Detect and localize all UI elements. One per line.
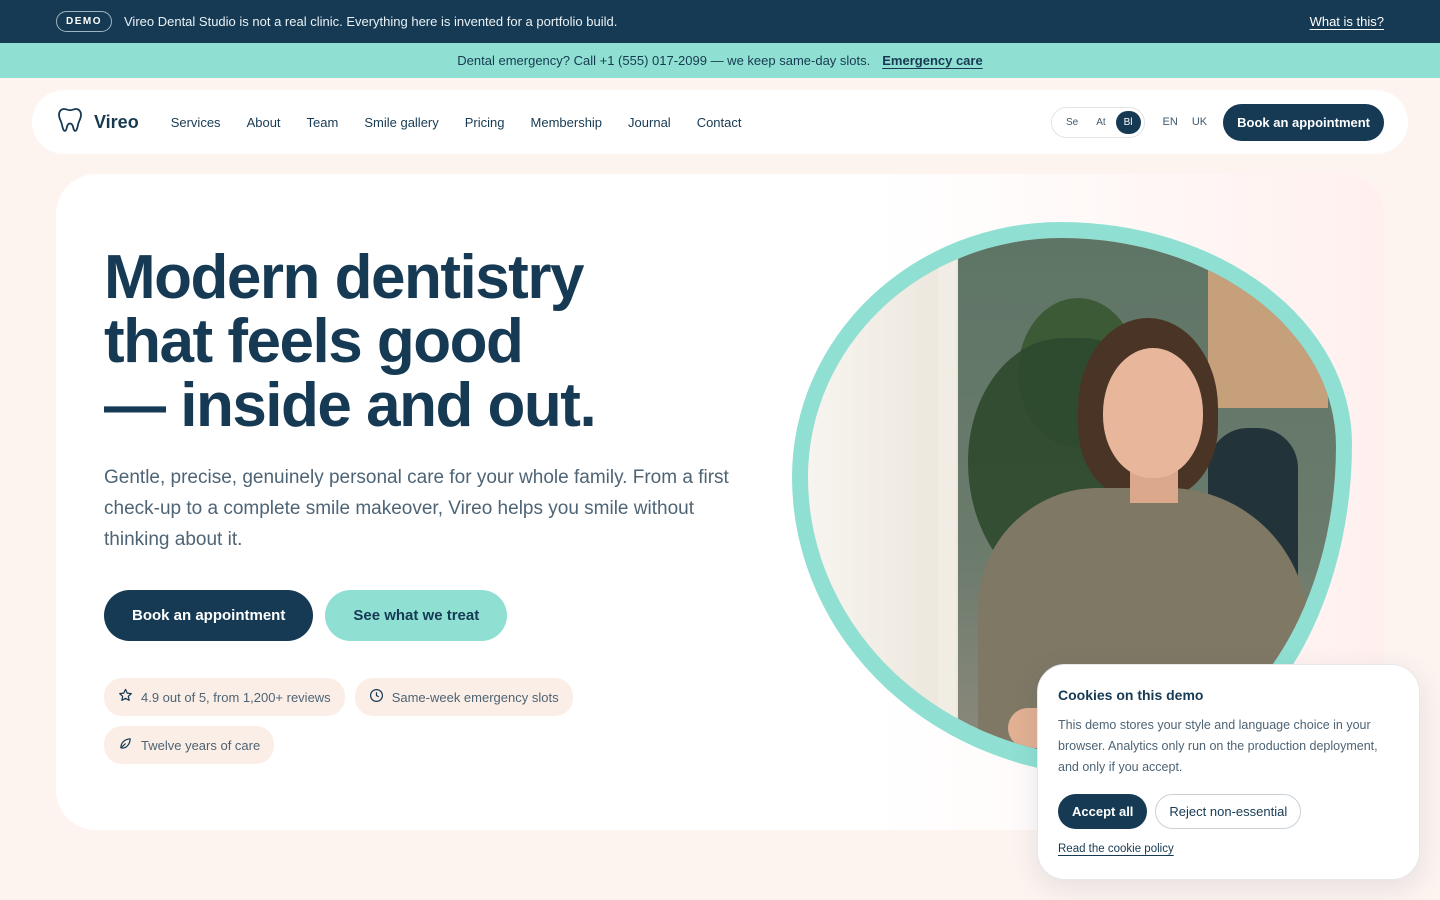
cookie-banner: Cookies on this demo This demo stores yo… [1037,664,1420,880]
book-appointment-button[interactable]: Book an appointment [104,590,314,641]
style-option-at[interactable]: At [1088,111,1113,134]
emergency-care-link[interactable]: Emergency care [882,53,982,68]
reject-non-essential-button[interactable]: Reject non-essential [1155,794,1302,829]
hero-lead: Gentle, precise, genuinely personal care… [104,467,729,550]
style-switcher: Se At Bl [1050,106,1145,138]
nav-link-journal[interactable]: Journal [628,115,671,130]
style-option-bl[interactable]: Bl [1115,110,1141,134]
badge-label: Twelve years of care [141,737,261,753]
cookie-title: Cookies on this demo [1058,687,1204,703]
tooth-icon [56,106,84,139]
demo-notice-bar: DEMO Vireo Dental Studio is not a real c… [0,0,1440,43]
brand-logo[interactable]: Vireo [56,106,139,139]
style-option-se[interactable]: Se [1058,111,1086,134]
emergency-text: Dental emergency? Call +1 (555) 017-2099… [457,53,871,68]
hero-title-line: that feels good [104,307,524,376]
hero-title-line: — inside and out. [104,371,597,440]
emergency-bar: Dental emergency? Call +1 (555) 017-2099… [0,43,1440,78]
nav-link-contact[interactable]: Contact [697,115,742,130]
reviews-badge: 4.9 out of 5, from 1,200+ reviews [104,678,345,716]
demo-notice-text: Vireo Dental Studio is not a real clinic… [124,14,618,29]
main-navbar: Vireo Services About Team Smile gallery … [32,90,1408,154]
accept-all-button[interactable]: Accept all [1058,794,1148,829]
nav-link-pricing[interactable]: Pricing [465,115,505,130]
language-uk[interactable]: UK [1192,116,1207,128]
demo-badge: DEMO [56,11,112,32]
language-en[interactable]: EN [1163,116,1178,128]
hero-actions: Book an appointment See what we treat [104,590,508,641]
badge-label: Same-week emergency slots [391,689,559,705]
clock-icon [369,688,392,706]
brand-name: Vireo [94,111,139,132]
nav-link-services[interactable]: Services [171,115,221,130]
badge-label: 4.9 out of 5, from 1,200+ reviews [141,689,331,705]
hero-title: Modern dentistry that feels good — insid… [104,246,744,438]
emergency-slots-badge: Same-week emergency slots [354,678,573,716]
cookie-text: This demo stores your style and language… [1058,718,1378,774]
see-what-we-treat-button[interactable]: See what we treat [325,590,508,641]
cookie-policy-link[interactable]: Read the cookie policy [1058,843,1174,855]
nav-book-appointment-button[interactable]: Book an appointment [1223,103,1384,141]
trust-badges: 4.9 out of 5, from 1,200+ reviews Same-w… [104,678,624,764]
leaf-icon [118,736,141,754]
nav-links: Services About Team Smile gallery Pricin… [171,115,742,130]
star-icon [118,688,141,706]
language-switcher: EN UK [1163,116,1208,128]
nav-link-smile-gallery[interactable]: Smile gallery [364,115,438,130]
nav-link-about[interactable]: About [247,115,281,130]
nav-link-membership[interactable]: Membership [531,115,603,130]
what-is-this-link[interactable]: What is this? [1310,14,1384,29]
cookie-actions: Accept all Reject non-essential [1058,794,1399,829]
nav-link-team[interactable]: Team [307,115,339,130]
hero-title-line: Modern dentistry [104,243,584,312]
years-of-care-badge: Twelve years of care [104,726,275,764]
